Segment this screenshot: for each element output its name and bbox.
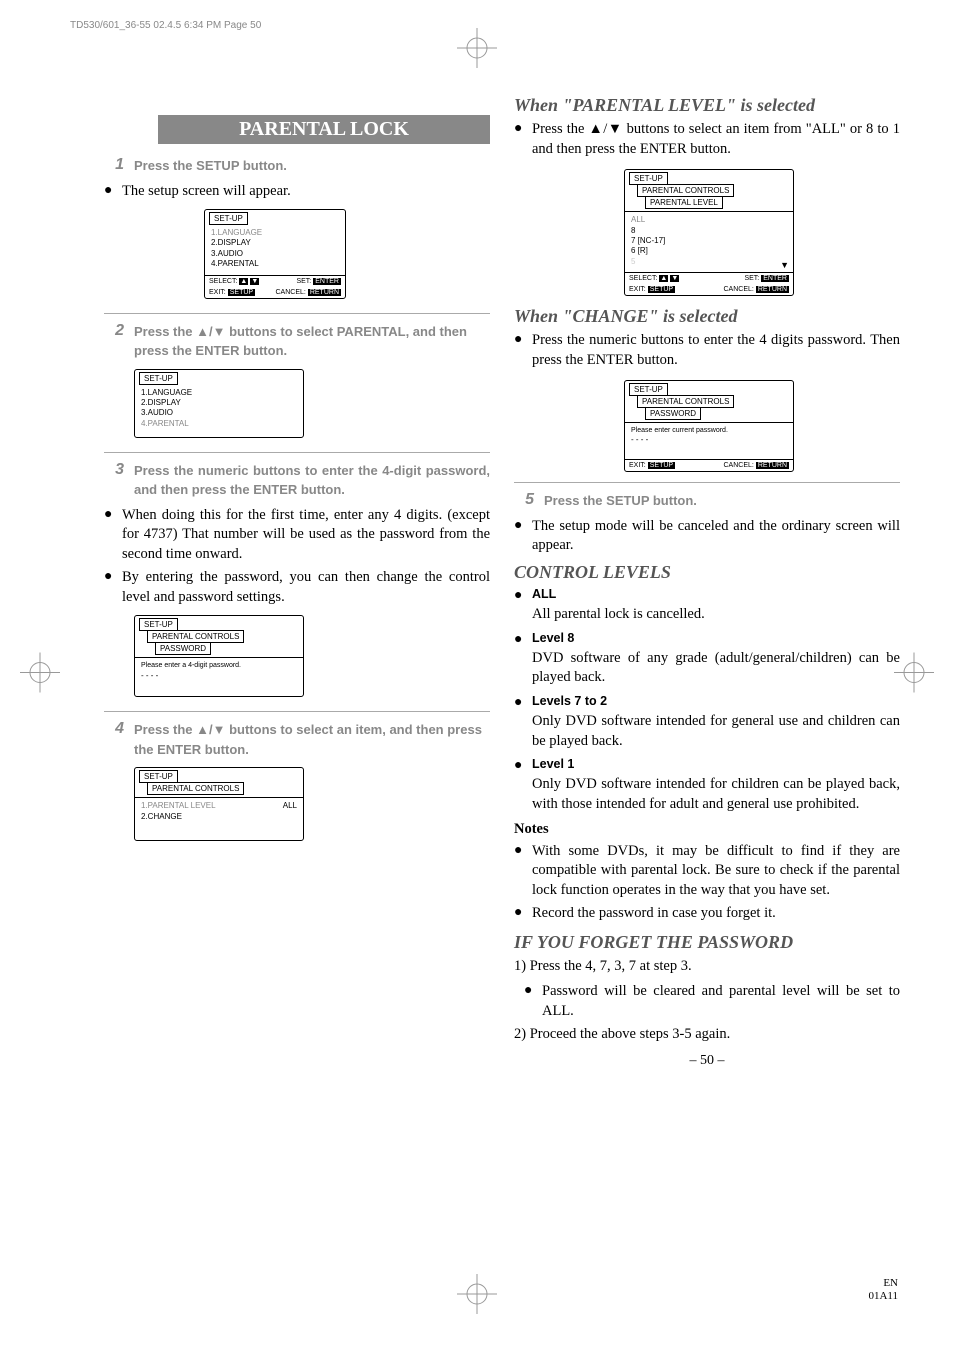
osd-item: 8 — [631, 226, 787, 236]
osd-item: 6 [R] — [631, 246, 787, 256]
doc-code: EN01A11 — [868, 1277, 898, 1303]
separator — [104, 452, 490, 453]
note-text: With some DVDs, it may be difficult to f… — [532, 842, 900, 901]
step-number: 3 — [104, 461, 124, 500]
heading-forget-password: IF YOU FORGET THE PASSWORD — [514, 932, 900, 953]
osd-prompt: Please enter current password. — [631, 426, 787, 435]
step-3: 3 Press the numeric buttons to enter the… — [104, 461, 490, 500]
osd-tab: SET-UP — [139, 372, 178, 385]
bullet-icon: ● — [104, 182, 122, 202]
crop-mark-left — [20, 652, 60, 697]
bullet-icon: ● — [514, 904, 532, 924]
crop-mark-bottom — [457, 1274, 497, 1319]
bullet-icon: ● — [514, 842, 532, 901]
osd-parental-level-list: SET-UP PARENTAL CONTROLS PARENTAL LEVEL … — [624, 169, 794, 296]
separator — [514, 482, 900, 483]
level-text: Only DVD software intended for general u… — [532, 712, 900, 751]
body-text: 1) Press the 4, 7, 3, 7 at step 3. — [514, 957, 900, 977]
osd-item: 5 — [631, 257, 787, 267]
osd-item: 3.AUDIO — [141, 408, 297, 418]
step-text: Press the SETUP button. — [544, 491, 697, 511]
step-1: 1 Press the SETUP button. — [104, 156, 490, 176]
bullet-icon: ● — [514, 587, 532, 605]
osd-item: 1.LANGUAGE — [141, 388, 297, 398]
step-number: 5 — [514, 491, 534, 511]
bullet-icon: ● — [514, 120, 532, 159]
body-text: Press the ▲/▼ buttons to select an item … — [532, 120, 900, 159]
level-text: All parental lock is cancelled. — [532, 605, 900, 625]
notes-heading: Notes — [514, 821, 900, 838]
osd-tab: PASSWORD — [155, 642, 211, 655]
note-text: Record the password in case you forget i… — [532, 904, 776, 924]
bullet-icon: ● — [514, 331, 532, 370]
osd-prompt: Please enter a 4-digit password. — [141, 661, 297, 670]
body-text: When doing this for the first time, ente… — [122, 506, 490, 565]
bullet-icon: ● — [514, 694, 532, 712]
osd-item: 2.DISPLAY — [211, 238, 339, 248]
step-text: Press the ▲/▼ buttons to select PARENTAL… — [134, 322, 490, 361]
crop-mark-top — [457, 28, 497, 68]
bullet-icon: ● — [104, 568, 122, 607]
osd-password-dots: - - - - — [631, 435, 787, 445]
step-number: 2 — [104, 322, 124, 361]
osd-tab: PASSWORD — [645, 407, 701, 420]
level-heading: ALL — [532, 587, 556, 604]
step-2: 2 Press the ▲/▼ buttons to select PARENT… — [104, 322, 490, 361]
osd-item: 1.LANGUAGE — [211, 228, 339, 238]
osd-item: 3.AUDIO — [211, 249, 339, 259]
separator — [104, 313, 490, 314]
body-text: The setup screen will appear. — [122, 182, 291, 202]
left-column: PARENTAL LOCK 1 Press the SETUP button. … — [104, 95, 490, 1069]
bullet-icon: ● — [514, 757, 532, 775]
osd-item: 7 [NC-17] — [631, 236, 787, 246]
step-number: 4 — [104, 720, 124, 759]
osd-item: 1.PARENTAL LEVEL — [141, 801, 216, 811]
step-text: Press the ▲/▼ buttons to select an item,… — [134, 720, 490, 759]
body-text: By entering the password, you can then c… — [122, 568, 490, 607]
bullet-icon: ● — [514, 631, 532, 649]
heading-change: When "CHANGE" is selected — [514, 306, 900, 327]
body-text: Password will be cleared and parental le… — [542, 982, 900, 1021]
page-number: – 50 – — [514, 1053, 900, 1069]
osd-item: 2.CHANGE — [141, 812, 297, 822]
scroll-down-icon: ▼ — [780, 260, 789, 270]
level-heading: Levels 7 to 2 — [532, 694, 607, 711]
bullet-icon: ● — [104, 506, 122, 565]
heading-parental-level: When "PARENTAL LEVEL" is selected — [514, 95, 900, 116]
step-text: Press the SETUP button. — [134, 156, 287, 176]
right-column: When "PARENTAL LEVEL" is selected ● Pres… — [514, 95, 900, 1069]
osd-setup-parental-selected: SET-UP 1.LANGUAGE 2.DISPLAY 3.AUDIO 4.PA… — [134, 369, 304, 438]
level-heading: Level 1 — [532, 757, 574, 774]
step-4: 4 Press the ▲/▼ buttons to select an ite… — [104, 720, 490, 759]
osd-password-current: SET-UP PARENTAL CONTROLS PASSWORD Please… — [624, 380, 794, 472]
osd-password-dots: - - - - — [141, 671, 297, 681]
level-text: Only DVD software intended for children … — [532, 775, 900, 814]
level-heading: Level 8 — [532, 631, 574, 648]
separator — [104, 711, 490, 712]
body-text: The setup mode will be canceled and the … — [532, 517, 900, 556]
bullet-icon: ● — [524, 982, 542, 1021]
heading-control-levels: CONTROL LEVELS — [514, 562, 900, 583]
pdf-header-line: TD530/601_36-55 02.4.5 6:34 PM Page 50 — [70, 20, 261, 31]
osd-item: 2.DISPLAY — [141, 398, 297, 408]
osd-password-enter: SET-UP PARENTAL CONTROLS PASSWORD Please… — [134, 615, 304, 697]
bullet-icon: ● — [514, 517, 532, 556]
osd-parental-controls: SET-UP PARENTAL CONTROLS 1.PARENTAL LEVE… — [134, 767, 304, 841]
step-text: Press the numeric buttons to enter the 4… — [134, 461, 490, 500]
step-number: 1 — [104, 156, 124, 176]
body-text: 2) Proceed the above steps 3-5 again. — [514, 1025, 900, 1045]
osd-item: 4.PARENTAL — [141, 419, 297, 429]
osd-setup-screen: SET-UP 1.LANGUAGE 2.DISPLAY 3.AUDIO 4.PA… — [204, 209, 346, 299]
level-text: DVD software of any grade (adult/general… — [532, 649, 900, 688]
osd-value: ALL — [283, 801, 297, 811]
step-5: 5 Press the SETUP button. — [514, 491, 900, 511]
osd-item: 4.PARENTAL — [211, 259, 339, 269]
body-text: Press the numeric buttons to enter the 4… — [532, 331, 900, 370]
osd-item: ALL — [631, 215, 787, 225]
osd-tab: PARENTAL LEVEL — [645, 196, 723, 209]
section-title: PARENTAL LOCK — [158, 115, 490, 144]
crop-mark-right — [894, 652, 934, 697]
osd-tab: SET-UP — [209, 212, 248, 225]
osd-tab: PARENTAL CONTROLS — [147, 782, 244, 795]
